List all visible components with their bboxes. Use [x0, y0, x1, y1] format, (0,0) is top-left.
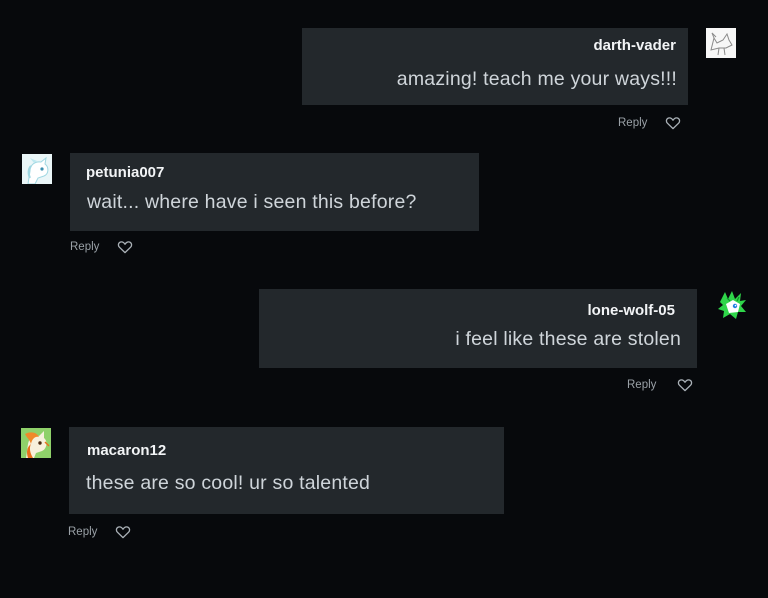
heart-outline-icon[interactable]	[115, 525, 131, 539]
reply-link[interactable]: Reply	[68, 526, 97, 538]
comment-text: these are so cool! ur so talented	[86, 472, 371, 494]
orange-pony-avatar-icon[interactable]	[21, 428, 51, 458]
comment-macaron12: macaron12 these are so cool! ur so talen…	[0, 0, 768, 560]
comment-thread: darth-vader amazing! teach me your ways!…	[0, 0, 768, 598]
comment-bubble: macaron12 these are so cool! ur so talen…	[69, 427, 504, 514]
comment-username[interactable]: macaron12	[87, 442, 166, 459]
